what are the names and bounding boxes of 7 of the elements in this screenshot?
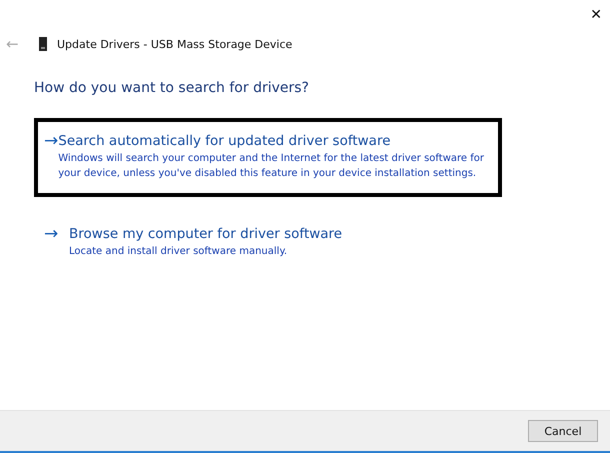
- device-icon: [39, 37, 47, 51]
- window-title: Update Drivers - USB Mass Storage Device: [57, 38, 292, 50]
- close-button[interactable]: ✕: [590, 7, 602, 23]
- option-link[interactable]: →Search automatically for updated driver software Windows will search your computer and the Internet for the latest driver software for your device, unless you've disabled this feature in your device installation settings.: [34, 118, 502, 197]
- option-link[interactable]: → Browse my computer for driver software Locate and install driver software manually.: [34, 211, 502, 275]
- cancel-button[interactable]: Cancel: [528, 420, 598, 442]
- page-heading: How do you want to search for drivers?: [34, 80, 310, 96]
